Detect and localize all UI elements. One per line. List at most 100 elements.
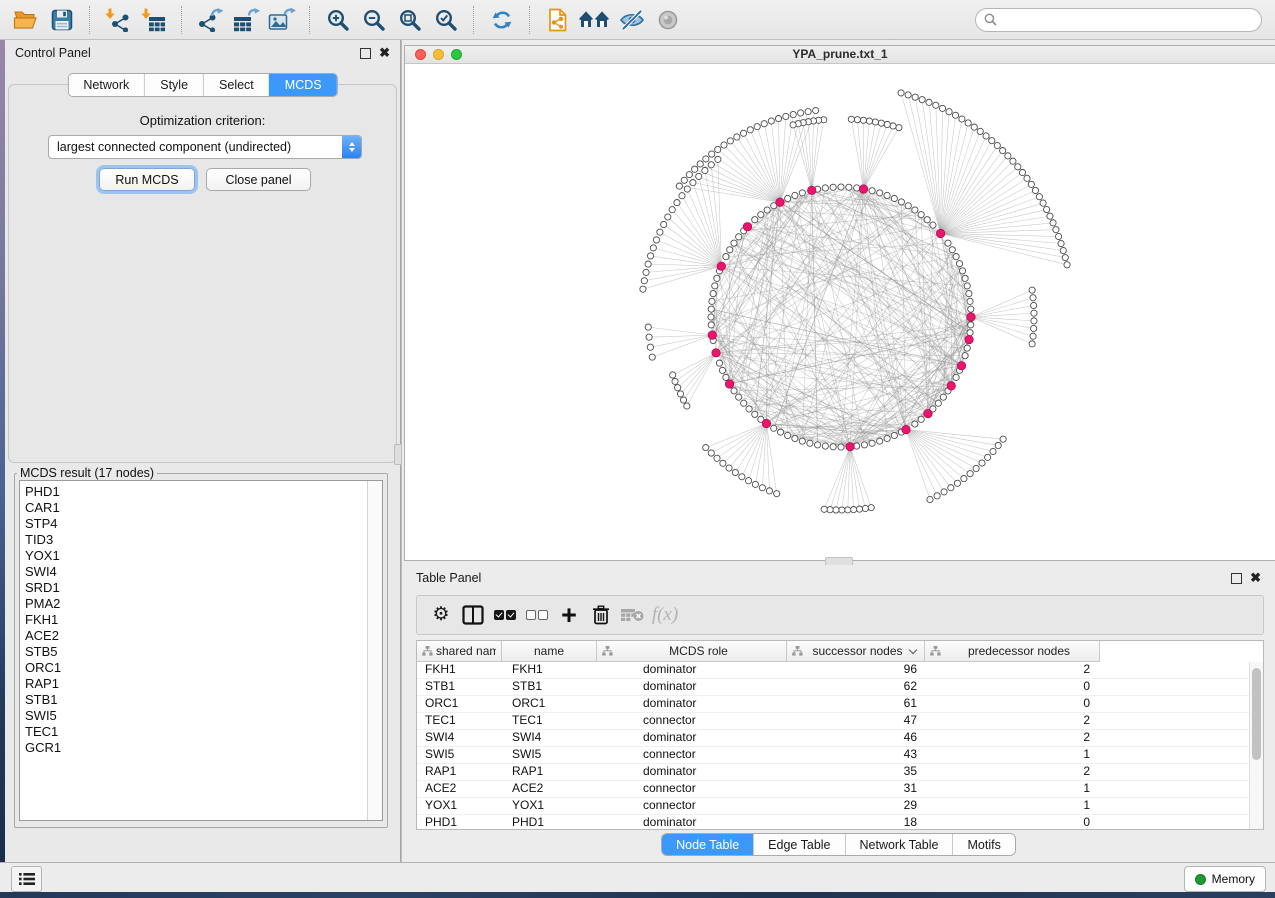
tab-select[interactable]: Select — [203, 74, 269, 96]
network-node[interactable] — [647, 253, 653, 259]
table-row[interactable]: PHD1PHD1dominator180 — [417, 815, 1263, 830]
network-node[interactable] — [918, 212, 924, 218]
table-row[interactable]: SWI5SWI5connector431 — [417, 747, 1263, 764]
network-node[interactable] — [848, 116, 854, 122]
network-node[interactable] — [731, 388, 737, 394]
network-node[interactable] — [676, 183, 682, 189]
mcds-hub-node[interactable] — [902, 425, 910, 433]
mcds-hub-node[interactable] — [708, 331, 716, 339]
network-node[interactable] — [930, 222, 936, 228]
mcds-result-item[interactable]: FKH1 — [25, 612, 367, 628]
network-node[interactable] — [790, 111, 796, 117]
mcds-hub-node[interactable] — [743, 222, 751, 230]
network-node[interactable] — [679, 193, 685, 199]
network-node[interactable] — [790, 122, 796, 128]
mcds-result-item[interactable]: ORC1 — [25, 660, 367, 676]
network-node[interactable] — [1031, 325, 1037, 331]
tab-style[interactable]: Style — [144, 74, 203, 96]
network-node[interactable] — [890, 123, 896, 129]
network-node[interactable] — [926, 99, 932, 105]
column-header-predecessor-nodes[interactable]: predecessor nodes — [925, 641, 1100, 662]
network-node[interactable] — [792, 192, 798, 198]
network-node[interactable] — [1064, 262, 1070, 268]
network-node[interactable] — [822, 443, 828, 449]
import-network-button[interactable] — [103, 4, 133, 36]
table-row[interactable]: RAP1RAP1dominator352 — [417, 764, 1263, 781]
mcds-result-item[interactable]: RAP1 — [25, 676, 367, 692]
network-node[interactable] — [732, 469, 738, 475]
network-node[interactable] — [1060, 247, 1066, 253]
network-node[interactable] — [964, 283, 970, 289]
sort-desc-icon[interactable] — [909, 646, 917, 654]
network-node[interactable] — [891, 432, 897, 438]
table-row[interactable]: ACE2ACE2connector311 — [417, 781, 1263, 798]
mcds-hub-node[interactable] — [967, 313, 975, 321]
network-node[interactable] — [681, 177, 687, 183]
network-node[interactable] — [684, 186, 690, 192]
hide-graphics-button[interactable] — [617, 4, 647, 36]
search-input[interactable] — [1002, 12, 1253, 28]
network-node[interactable] — [830, 444, 836, 450]
network-node[interactable] — [1032, 187, 1038, 193]
network-node[interactable] — [764, 207, 770, 213]
network-node[interactable] — [939, 105, 945, 111]
network-node[interactable] — [1029, 287, 1035, 293]
network-node[interactable] — [813, 107, 819, 113]
network-window-titlebar[interactable]: YPA_prune.txt_1 — [405, 46, 1275, 64]
tab-network[interactable]: Network — [68, 74, 144, 96]
network-node[interactable] — [759, 485, 765, 491]
zoom-fit-button[interactable] — [395, 4, 425, 36]
table-scrollbar-thumb[interactable] — [1252, 668, 1261, 760]
tab-edge-table[interactable]: Edge Table — [753, 834, 844, 855]
network-node[interactable] — [990, 448, 996, 454]
network-node[interactable] — [952, 112, 958, 118]
network-node[interactable] — [946, 109, 952, 115]
mcds-hub-node[interactable] — [725, 380, 733, 388]
network-node[interactable] — [966, 290, 972, 296]
network-node[interactable] — [657, 229, 663, 235]
network-node[interactable] — [838, 184, 844, 190]
network-node[interactable] — [954, 480, 960, 486]
mcds-result-item[interactable]: STB5 — [25, 644, 367, 660]
mcds-result-item[interactable]: SRD1 — [25, 580, 367, 596]
network-node[interactable] — [964, 345, 970, 351]
network-node[interactable] — [777, 429, 783, 435]
network-node[interactable] — [977, 128, 983, 134]
network-node[interactable] — [697, 161, 703, 167]
network-node[interactable] — [968, 306, 974, 312]
network-node[interactable] — [948, 485, 954, 491]
network-node[interactable] — [710, 290, 716, 296]
network-node[interactable] — [661, 221, 667, 227]
network-node[interactable] — [670, 372, 676, 378]
network-node[interactable] — [851, 506, 857, 512]
network-node[interactable] — [708, 162, 714, 168]
network-node[interactable] — [714, 275, 720, 281]
network-node[interactable] — [983, 133, 989, 139]
network-node[interactable] — [868, 505, 874, 511]
mcds-hub-node[interactable] — [712, 349, 720, 357]
network-node[interactable] — [1047, 213, 1053, 219]
network-node[interactable] — [1058, 240, 1064, 246]
network-node[interactable] — [709, 151, 715, 157]
network-node[interactable] — [674, 200, 680, 206]
network-node[interactable] — [941, 489, 947, 495]
network-node[interactable] — [768, 118, 774, 124]
network-node[interactable] — [645, 324, 651, 330]
close-panel-button[interactable]: Close panel — [206, 168, 311, 191]
network-node[interactable] — [967, 471, 973, 477]
refresh-button[interactable] — [487, 4, 517, 36]
network-node[interactable] — [1015, 164, 1021, 170]
network-node[interactable] — [862, 505, 868, 511]
network-node[interactable] — [1024, 175, 1030, 181]
network-node[interactable] — [989, 138, 995, 144]
network-node[interactable] — [979, 460, 985, 466]
network-node[interactable] — [965, 120, 971, 126]
network-node[interactable] — [869, 440, 875, 446]
close-panel-icon[interactable]: ✖ — [379, 48, 390, 58]
network-node[interactable] — [995, 442, 1001, 448]
network-node[interactable] — [726, 465, 732, 471]
zoom-selected-button[interactable] — [431, 4, 461, 36]
delete-column-button[interactable] — [587, 600, 615, 630]
table-row[interactable]: STB1STB1dominator620 — [417, 679, 1263, 696]
split-panel-button[interactable] — [459, 600, 487, 630]
